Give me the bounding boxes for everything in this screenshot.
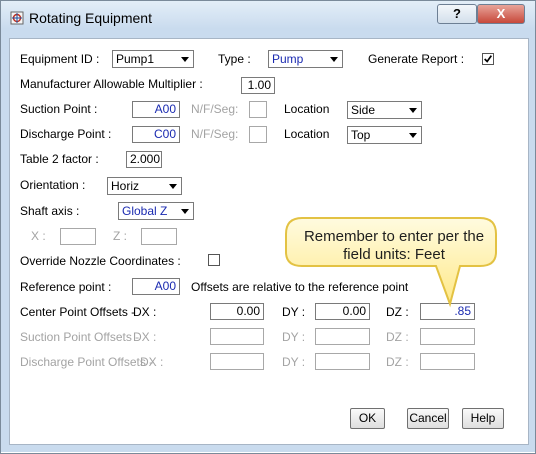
callout-text: Remember to enter per the field units: F…	[303, 228, 485, 263]
help-button[interactable]: Help	[462, 408, 504, 429]
ok-button[interactable]: OK	[350, 408, 385, 429]
cancel-button[interactable]: Cancel	[407, 408, 449, 429]
callout-bubble	[285, 217, 497, 308]
